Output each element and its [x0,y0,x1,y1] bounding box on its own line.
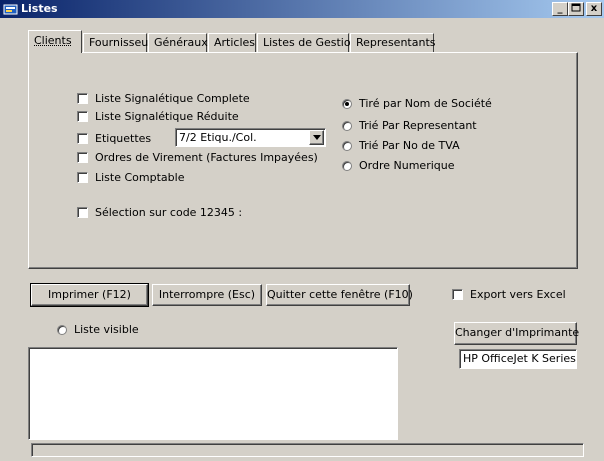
sort-representant-radio[interactable] [342,121,352,131]
preview-listbox[interactable] [28,347,398,440]
change-printer-button[interactable]: Changer d'Imprimante [454,322,579,345]
liste-comptable-label: Liste Comptable [95,171,185,184]
liste-visible-label: Liste visible [74,323,139,336]
tab-listes-de-gestion[interactable]: Listes de Gestion [257,33,358,52]
tab-representants[interactable]: Representants [350,33,436,52]
printer-name-field: HP OfficeJet K Series [459,349,577,369]
interrupt-button[interactable]: Interrompre (Esc) [152,284,262,306]
etiquettes-checkbox[interactable] [77,133,88,144]
etiquettes-select[interactable]: 7/2 Etiqu./Col. [175,128,326,147]
liste-complete-checkbox[interactable] [77,93,88,104]
liste-reduite-label: Liste Signalétique Réduite [95,110,239,123]
liste-complete-label: Liste Signalétique Complete [95,92,250,105]
print-button[interactable]: Imprimer (F12) [30,283,149,307]
liste-visible-radio[interactable] [57,325,67,335]
sort-nom-societe-label: Tiré par Nom de Société [359,97,492,110]
sort-tva-label: Trié Par No de TVA [359,139,460,152]
tab-label: Representants [356,36,436,49]
close-button[interactable]: x [586,2,602,16]
sort-nom-societe-radio[interactable] [342,99,352,109]
chevron-down-icon[interactable] [309,130,324,145]
sort-numerique-label: Ordre Numerique [359,159,455,172]
maximize-button[interactable] [568,2,584,16]
selection-code-checkbox[interactable] [77,207,88,218]
sort-representant-label: Trié Par Representant [359,119,477,132]
window-title: Listes [21,2,58,15]
etiquettes-select-value: 7/2 Etiqu./Col. [179,131,257,144]
selection-code-label: Sélection sur code 12345 : [95,206,243,219]
liste-reduite-checkbox[interactable] [77,111,88,122]
quit-window-button[interactable]: Quitter cette fenêtre (F10) [266,284,413,306]
etiquettes-label: Etiquettes [95,132,152,145]
tab-label: Articles [214,36,256,49]
maximize-icon [571,3,581,12]
sort-numerique-radio[interactable] [342,161,352,171]
tab-fournisseurs[interactable]: Fournisseurs [83,33,158,52]
export-excel-checkbox[interactable] [452,289,463,300]
tab-label: Clients [34,34,72,47]
ordres-virement-label: Ordres de Virement (Factures Impayées) [95,151,318,164]
tab-clients[interactable]: Clients [28,30,82,53]
sort-tva-radio[interactable] [342,141,352,151]
ordres-virement-checkbox[interactable] [77,152,88,163]
progress-bar [31,443,584,457]
title-bar[interactable]: Listes _ x [0,0,604,18]
tab-generaux[interactable]: Généraux [148,33,208,52]
export-excel-label: Export vers Excel [470,288,566,301]
tab-label: Listes de Gestion [263,36,358,49]
tab-articles[interactable]: Articles [208,33,256,52]
tab-label: Généraux [154,36,208,49]
liste-comptable-checkbox[interactable] [77,172,88,183]
minimize-button[interactable]: _ [552,2,568,16]
app-icon [3,2,19,16]
